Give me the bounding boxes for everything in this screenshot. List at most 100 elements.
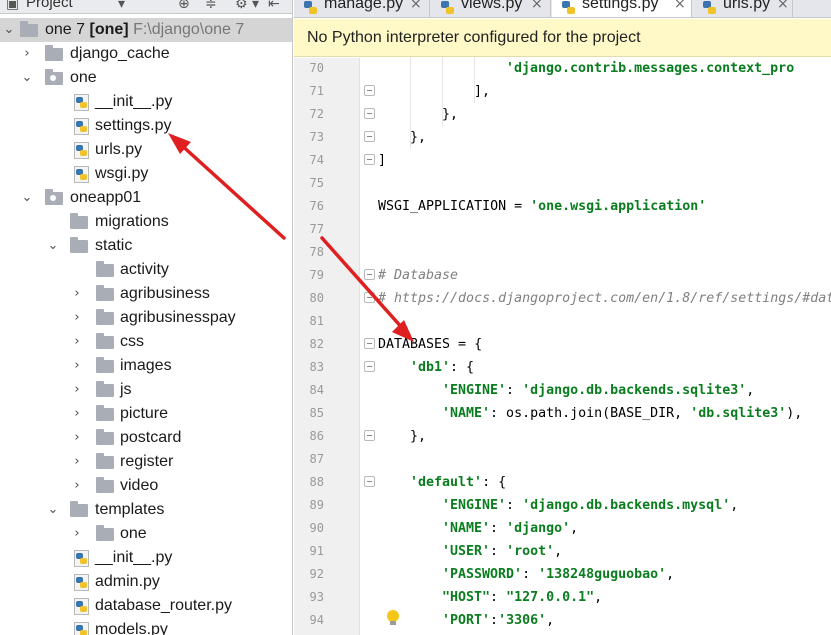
code-line-72[interactable]: }, [442, 103, 458, 126]
chevron-right-icon[interactable]: › [70, 378, 84, 402]
tree-item-label: picture [120, 405, 169, 422]
tree-item-models-py[interactable]: models.py [0, 618, 292, 635]
tree-item-postcard[interactable]: › postcard [0, 426, 292, 450]
tree-item-templates[interactable]: ⌄ templates [0, 498, 292, 522]
tab-views-py[interactable]: views.py × [431, 0, 551, 17]
tree-item-label: __init__.py [95, 549, 173, 566]
code-line-82[interactable]: DATABASES = { [378, 333, 482, 356]
chevron-down-icon[interactable]: ⌄ [20, 66, 34, 90]
tree-item-migrations[interactable]: migrations [0, 210, 292, 234]
project-view-icon[interactable]: ▣ [6, 0, 19, 12]
fold-marker[interactable] [364, 361, 375, 372]
tree-item-register[interactable]: › register [0, 450, 292, 474]
fold-marker[interactable] [364, 108, 375, 119]
code-line-90[interactable]: 'NAME': 'django', [442, 517, 578, 540]
chevron-right-icon[interactable]: › [20, 42, 34, 66]
chevron-right-icon[interactable]: › [70, 474, 84, 498]
tree-item-agribusinesspay[interactable]: › agribusinesspay [0, 306, 292, 330]
tree-item-oneapp01[interactable]: ⌄ oneapp01 [0, 186, 292, 210]
fold-marker[interactable] [364, 131, 375, 142]
chevron-down-icon[interactable]: ⌄ [20, 186, 34, 210]
line-number: 86 [309, 429, 324, 443]
tree-item-picture[interactable]: › picture [0, 402, 292, 426]
code-line-73[interactable]: }, [410, 126, 426, 149]
tab-urls-py[interactable]: urls.py × [693, 0, 793, 17]
chevron-down-icon[interactable]: ⌄ [46, 234, 60, 258]
close-icon[interactable]: × [531, 0, 543, 12]
close-icon[interactable]: × [674, 0, 686, 12]
tree-item-images[interactable]: › images [0, 354, 292, 378]
tree-item-django-cache[interactable]: › django_cache [0, 42, 292, 66]
close-icon[interactable]: × [777, 0, 789, 12]
code-line-85[interactable]: 'NAME': os.path.join(BASE_DIR, 'db.sqlit… [442, 402, 802, 425]
code-line-88[interactable]: 'default': { [410, 471, 506, 494]
close-icon[interactable]: × [410, 0, 422, 12]
chevron-right-icon[interactable]: › [70, 306, 84, 330]
code-line-76[interactable]: WSGI_APPLICATION = 'one.wsgi.application… [378, 195, 706, 218]
hide-panel-icon[interactable]: ⇤ [268, 0, 280, 12]
project-panel-title[interactable]: Project [26, 0, 73, 11]
code-line-71[interactable]: ], [474, 80, 490, 103]
collapse-icon[interactable]: ≑ [205, 0, 217, 12]
tree-item-urls-py[interactable]: urls.py [0, 138, 292, 162]
code-line-83[interactable]: 'db1': { [410, 356, 474, 379]
chevron-right-icon[interactable]: › [70, 402, 84, 426]
fold-marker[interactable] [364, 292, 375, 303]
code-line-86[interactable]: }, [410, 425, 426, 448]
gear-icon[interactable]: ⚙ [235, 0, 248, 12]
chevron-right-icon[interactable]: › [70, 330, 84, 354]
chevron-right-icon[interactable]: › [70, 426, 84, 450]
fold-marker[interactable] [364, 85, 375, 96]
chevron-right-icon[interactable]: › [70, 354, 84, 378]
tree-item-agribusiness[interactable]: › agribusiness [0, 282, 292, 306]
code-line-91[interactable]: 'USER': 'root', [442, 540, 562, 563]
code-line-74[interactable]: ] [378, 149, 386, 172]
code-line-93[interactable]: "HOST": "127.0.0.1", [442, 586, 602, 609]
chevron-down-icon[interactable]: ⌄ [2, 18, 16, 42]
fold-marker[interactable] [364, 338, 375, 349]
fold-marker[interactable] [364, 269, 375, 280]
tree-item-oneapp-init-py[interactable]: __init__.py [0, 546, 292, 570]
chevron-down-icon[interactable]: ▾ [252, 0, 259, 12]
tree-item-js[interactable]: › js [0, 378, 292, 402]
code-line-89[interactable]: 'ENGINE': 'django.db.backends.mysql', [442, 494, 738, 517]
tree-item-activity[interactable]: activity [0, 258, 292, 282]
line-number: 71 [309, 84, 324, 98]
tree-item-css[interactable]: › css [0, 330, 292, 354]
chevron-right-icon[interactable]: › [70, 450, 84, 474]
code-line-94[interactable]: 'PORT':'3306', [442, 609, 554, 632]
line-number: 85 [309, 406, 324, 420]
tree-item-project-root[interactable]: ⌄ one 7 [one] F:\django\one 7 [0, 18, 292, 42]
chevron-down-icon[interactable]: ▾ [118, 0, 125, 12]
tree-item-static[interactable]: ⌄ static [0, 234, 292, 258]
line-number: 87 [309, 452, 324, 466]
fold-marker[interactable] [364, 476, 375, 487]
fold-marker[interactable] [364, 154, 375, 165]
code-line-84[interactable]: 'ENGINE': 'django.db.backends.sqlite3', [442, 379, 754, 402]
tab-settings-py[interactable]: settings.py × [552, 0, 692, 17]
chevron-right-icon[interactable]: › [70, 282, 84, 306]
code-line-92[interactable]: 'PASSWORD': '138248guguobao', [442, 563, 674, 586]
tree-item-one[interactable]: ⌄ one [0, 66, 292, 90]
fold-marker[interactable] [364, 430, 375, 441]
tab-manage-py[interactable]: manage.py × [294, 0, 430, 17]
tree-item-database-router-py[interactable]: database_router.py [0, 594, 292, 618]
code-line-70[interactable]: 'django.contrib.messages.context_pro [506, 57, 794, 80]
tree-item-admin-py[interactable]: admin.py [0, 570, 292, 594]
lightbulb-icon[interactable] [386, 610, 400, 626]
folder-icon [96, 381, 114, 397]
tree-item-init-py[interactable]: __init__.py [0, 90, 292, 114]
sync-icon[interactable]: ⊕ [178, 0, 190, 12]
tree-item-wsgi-py[interactable]: wsgi.py [0, 162, 292, 186]
tree-item-templates-one[interactable]: › one [0, 522, 292, 546]
tree-item-settings-py[interactable]: settings.py [0, 114, 292, 138]
line-number: 72 [309, 107, 324, 121]
tree-item-video[interactable]: › video [0, 474, 292, 498]
python-file-icon [74, 142, 89, 159]
code-line-80[interactable]: # https://docs.djangoproject.com/en/1.8/… [378, 287, 831, 310]
chevron-right-icon[interactable]: › [70, 522, 84, 546]
interpreter-warning-banner[interactable]: No Python interpreter configured for the… [294, 19, 831, 57]
code-line-79[interactable]: # Database [378, 264, 458, 287]
line-number: 75 [309, 176, 324, 190]
chevron-down-icon[interactable]: ⌄ [46, 498, 60, 522]
